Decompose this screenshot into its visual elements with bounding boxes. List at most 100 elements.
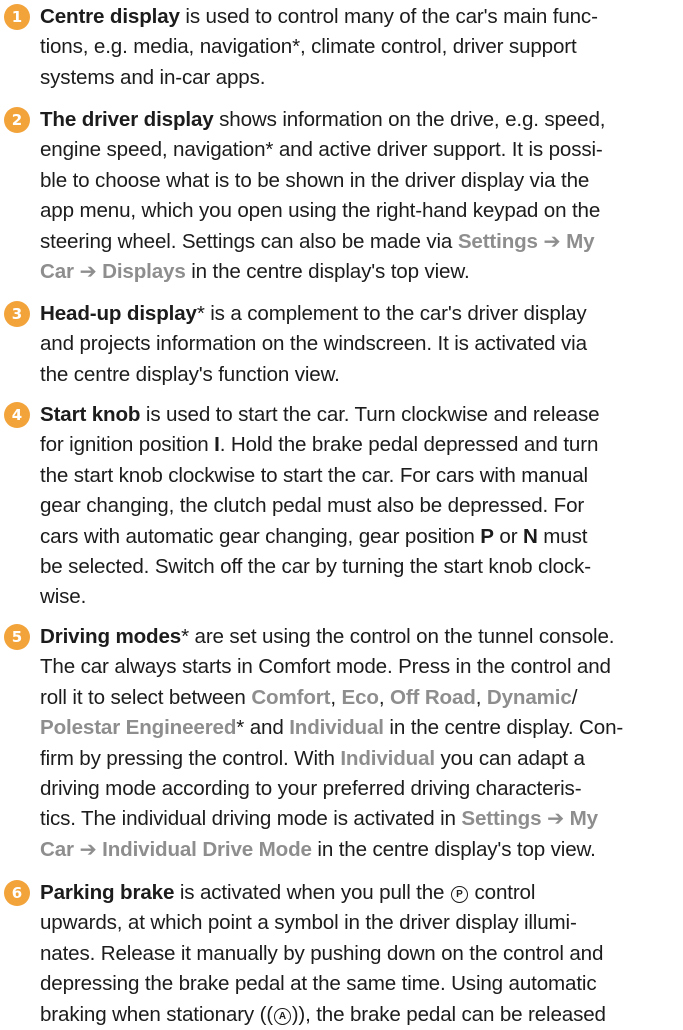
item-number-badge: 4 xyxy=(4,402,30,428)
text-run: is used to control many of the car's mai… xyxy=(179,5,598,28)
text-line: braking when stationary ((A)), the brake… xyxy=(40,1000,680,1030)
list-item-driving-modes: 5 Driving modes* are set using the contr… xyxy=(0,622,683,865)
text-line: firm by pressing the control. With Indiv… xyxy=(40,744,680,774)
text-line: ble to choose what is to be shown in the… xyxy=(40,166,680,196)
text-run: The car always starts in Comfort mode. P… xyxy=(40,655,611,679)
text-run: is used to start the car. Turn clockwise… xyxy=(140,403,600,426)
text-run: nates. Release it manually by pushing do… xyxy=(40,941,604,965)
text-run: firm by pressing the control. With xyxy=(40,746,341,770)
text-run: be selected. Switch off the car by turni… xyxy=(40,555,591,579)
menu-path-term: Off Road xyxy=(389,685,476,709)
text-line: Start knob is used to start the car. Tur… xyxy=(40,400,680,430)
text-run: for ignition position xyxy=(40,433,215,457)
menu-path-term: Polestar Engineered xyxy=(40,716,237,740)
bold-term: P xyxy=(480,524,494,548)
text-run: upwards, at which point a symbol in the … xyxy=(40,911,577,935)
item-number-badge: 5 xyxy=(4,624,30,650)
bold-term: N xyxy=(523,524,538,548)
text-run: app menu, which you open using the right… xyxy=(40,199,601,223)
document-page: 1 Centre display is used to control many… xyxy=(0,0,683,1026)
menu-path-term: Eco xyxy=(341,685,379,709)
text-line: cars with automatic gear changing, gear … xyxy=(40,522,680,552)
text-line: tics. The individual driving mode is act… xyxy=(40,804,680,834)
item-text: Parking brake is activated when you pull… xyxy=(40,878,680,1030)
bold-term: Head-up display xyxy=(40,302,197,325)
text-line: gear changing, the clutch pedal must als… xyxy=(40,491,680,521)
text-line: roll it to select between Comfort, Eco, … xyxy=(40,683,680,713)
text-run: roll it to select between xyxy=(40,685,252,709)
item-number-badge: 2 xyxy=(4,107,30,133)
text-line: Parking brake is activated when you pull… xyxy=(40,878,680,908)
text-line: The car always starts in Comfort mode. P… xyxy=(40,652,680,682)
menu-path-term: Dynamic xyxy=(486,685,572,709)
menu-path-term: Individual xyxy=(289,716,384,740)
text-line: engine speed, navigation* and active dri… xyxy=(40,135,680,165)
text-run: systems and in-car apps. xyxy=(40,65,266,89)
text-run: in the centre display. Con- xyxy=(383,716,624,740)
text-run: is activated when you pull the xyxy=(174,881,450,904)
menu-path-term: Car ➔ Displays xyxy=(40,260,186,284)
text-line: Car ➔ Individual Drive Mode in the centr… xyxy=(40,835,680,865)
text-run: * is a complement to the car's driver di… xyxy=(196,302,587,325)
bold-term: Parking brake xyxy=(40,881,175,904)
text-line: systems and in-car apps. xyxy=(40,63,680,93)
text-line: upwards, at which point a symbol in the … xyxy=(40,908,680,938)
text-run: ble to choose what is to be shown in the… xyxy=(40,168,590,192)
text-line: Polestar Engineered* and Individual in t… xyxy=(40,713,680,743)
text-run: you can adapt a xyxy=(434,746,585,770)
text-run: or xyxy=(493,524,523,548)
list-item-start-knob: 4 Start knob is used to start the car. T… xyxy=(0,400,683,613)
text-run: cars with automatic gear changing, gear … xyxy=(40,524,481,548)
text-line: the start knob clockwise to start the ca… xyxy=(40,461,680,491)
text-run: tions, e.g. media, navigation*, climate … xyxy=(40,35,577,59)
text-line: wise. xyxy=(40,582,680,612)
text-run: , xyxy=(475,685,487,709)
text-run: tics. The individual driving mode is act… xyxy=(40,807,462,831)
item-text: Centre display is used to control many o… xyxy=(40,2,680,93)
item-text: Head-up display* is a complement to the … xyxy=(40,299,680,390)
item-number-badge: 3 xyxy=(4,301,30,327)
text-run: , xyxy=(378,685,390,709)
list-item-head-up-display: 3 Head-up display* is a complement to th… xyxy=(0,299,683,390)
text-run: shows information on the drive, e.g. spe… xyxy=(213,108,606,131)
text-run: * are set using the control on the tunne… xyxy=(181,625,615,648)
text-line: Head-up display* is a complement to the … xyxy=(40,299,680,329)
text-run: must xyxy=(537,524,588,548)
bold-term: Start knob xyxy=(40,403,141,426)
text-run: the start knob clockwise to start the ca… xyxy=(40,463,588,487)
text-run: depressing the brake pedal at the same t… xyxy=(40,972,597,996)
text-run: ), the brake pedal can be released xyxy=(298,1002,606,1026)
menu-path-term: Car ➔ Individual Drive Mode xyxy=(40,837,312,861)
item-text: Start knob is used to start the car. Tur… xyxy=(40,400,680,613)
text-run: * and xyxy=(236,716,290,740)
text-run: in the centre display's top view. xyxy=(311,837,596,861)
text-line: and projects information on the windscre… xyxy=(40,329,680,359)
item-number-badge: 6 xyxy=(4,880,30,906)
menu-path-term: Settings ➔ My xyxy=(457,229,595,253)
text-line: for ignition position I. Hold the brake … xyxy=(40,430,680,460)
list-item-centre-display: 1 Centre display is used to control many… xyxy=(0,2,683,93)
menu-path-term: Individual xyxy=(340,746,435,770)
text-run: control xyxy=(468,881,536,904)
text-run: wise. xyxy=(40,585,87,609)
text-run: , xyxy=(330,685,342,709)
text-line: driving mode according to your preferred… xyxy=(40,774,680,804)
text-line: tions, e.g. media, navigation*, climate … xyxy=(40,32,680,62)
text-run: in the centre display's top view. xyxy=(185,260,470,284)
text-run: braking when stationary ( xyxy=(40,1002,267,1026)
list-item-parking-brake: 6 Parking brake is activated when you pu… xyxy=(0,878,683,1030)
text-line: app menu, which you open using the right… xyxy=(40,196,680,226)
text-line: nates. Release it manually by pushing do… xyxy=(40,939,680,969)
text-run: steering wheel. Settings can also be mad… xyxy=(40,229,458,253)
text-run: driving mode according to your preferred… xyxy=(40,777,582,801)
text-line: be selected. Switch off the car by turni… xyxy=(40,552,680,582)
menu-path-term: Comfort xyxy=(251,685,331,709)
text-run: / xyxy=(571,685,578,709)
text-run: engine speed, navigation* and active dri… xyxy=(40,138,603,162)
text-run: . Hold the brake pedal depressed and tur… xyxy=(219,433,599,457)
text-line: Centre display is used to control many o… xyxy=(40,2,680,32)
menu-path-term: Settings ➔ My xyxy=(461,807,598,831)
bold-term: Driving modes xyxy=(40,625,182,648)
text-line: the centre display's function view. xyxy=(40,360,680,390)
text-run: gear changing, the clutch pedal must als… xyxy=(40,494,585,518)
